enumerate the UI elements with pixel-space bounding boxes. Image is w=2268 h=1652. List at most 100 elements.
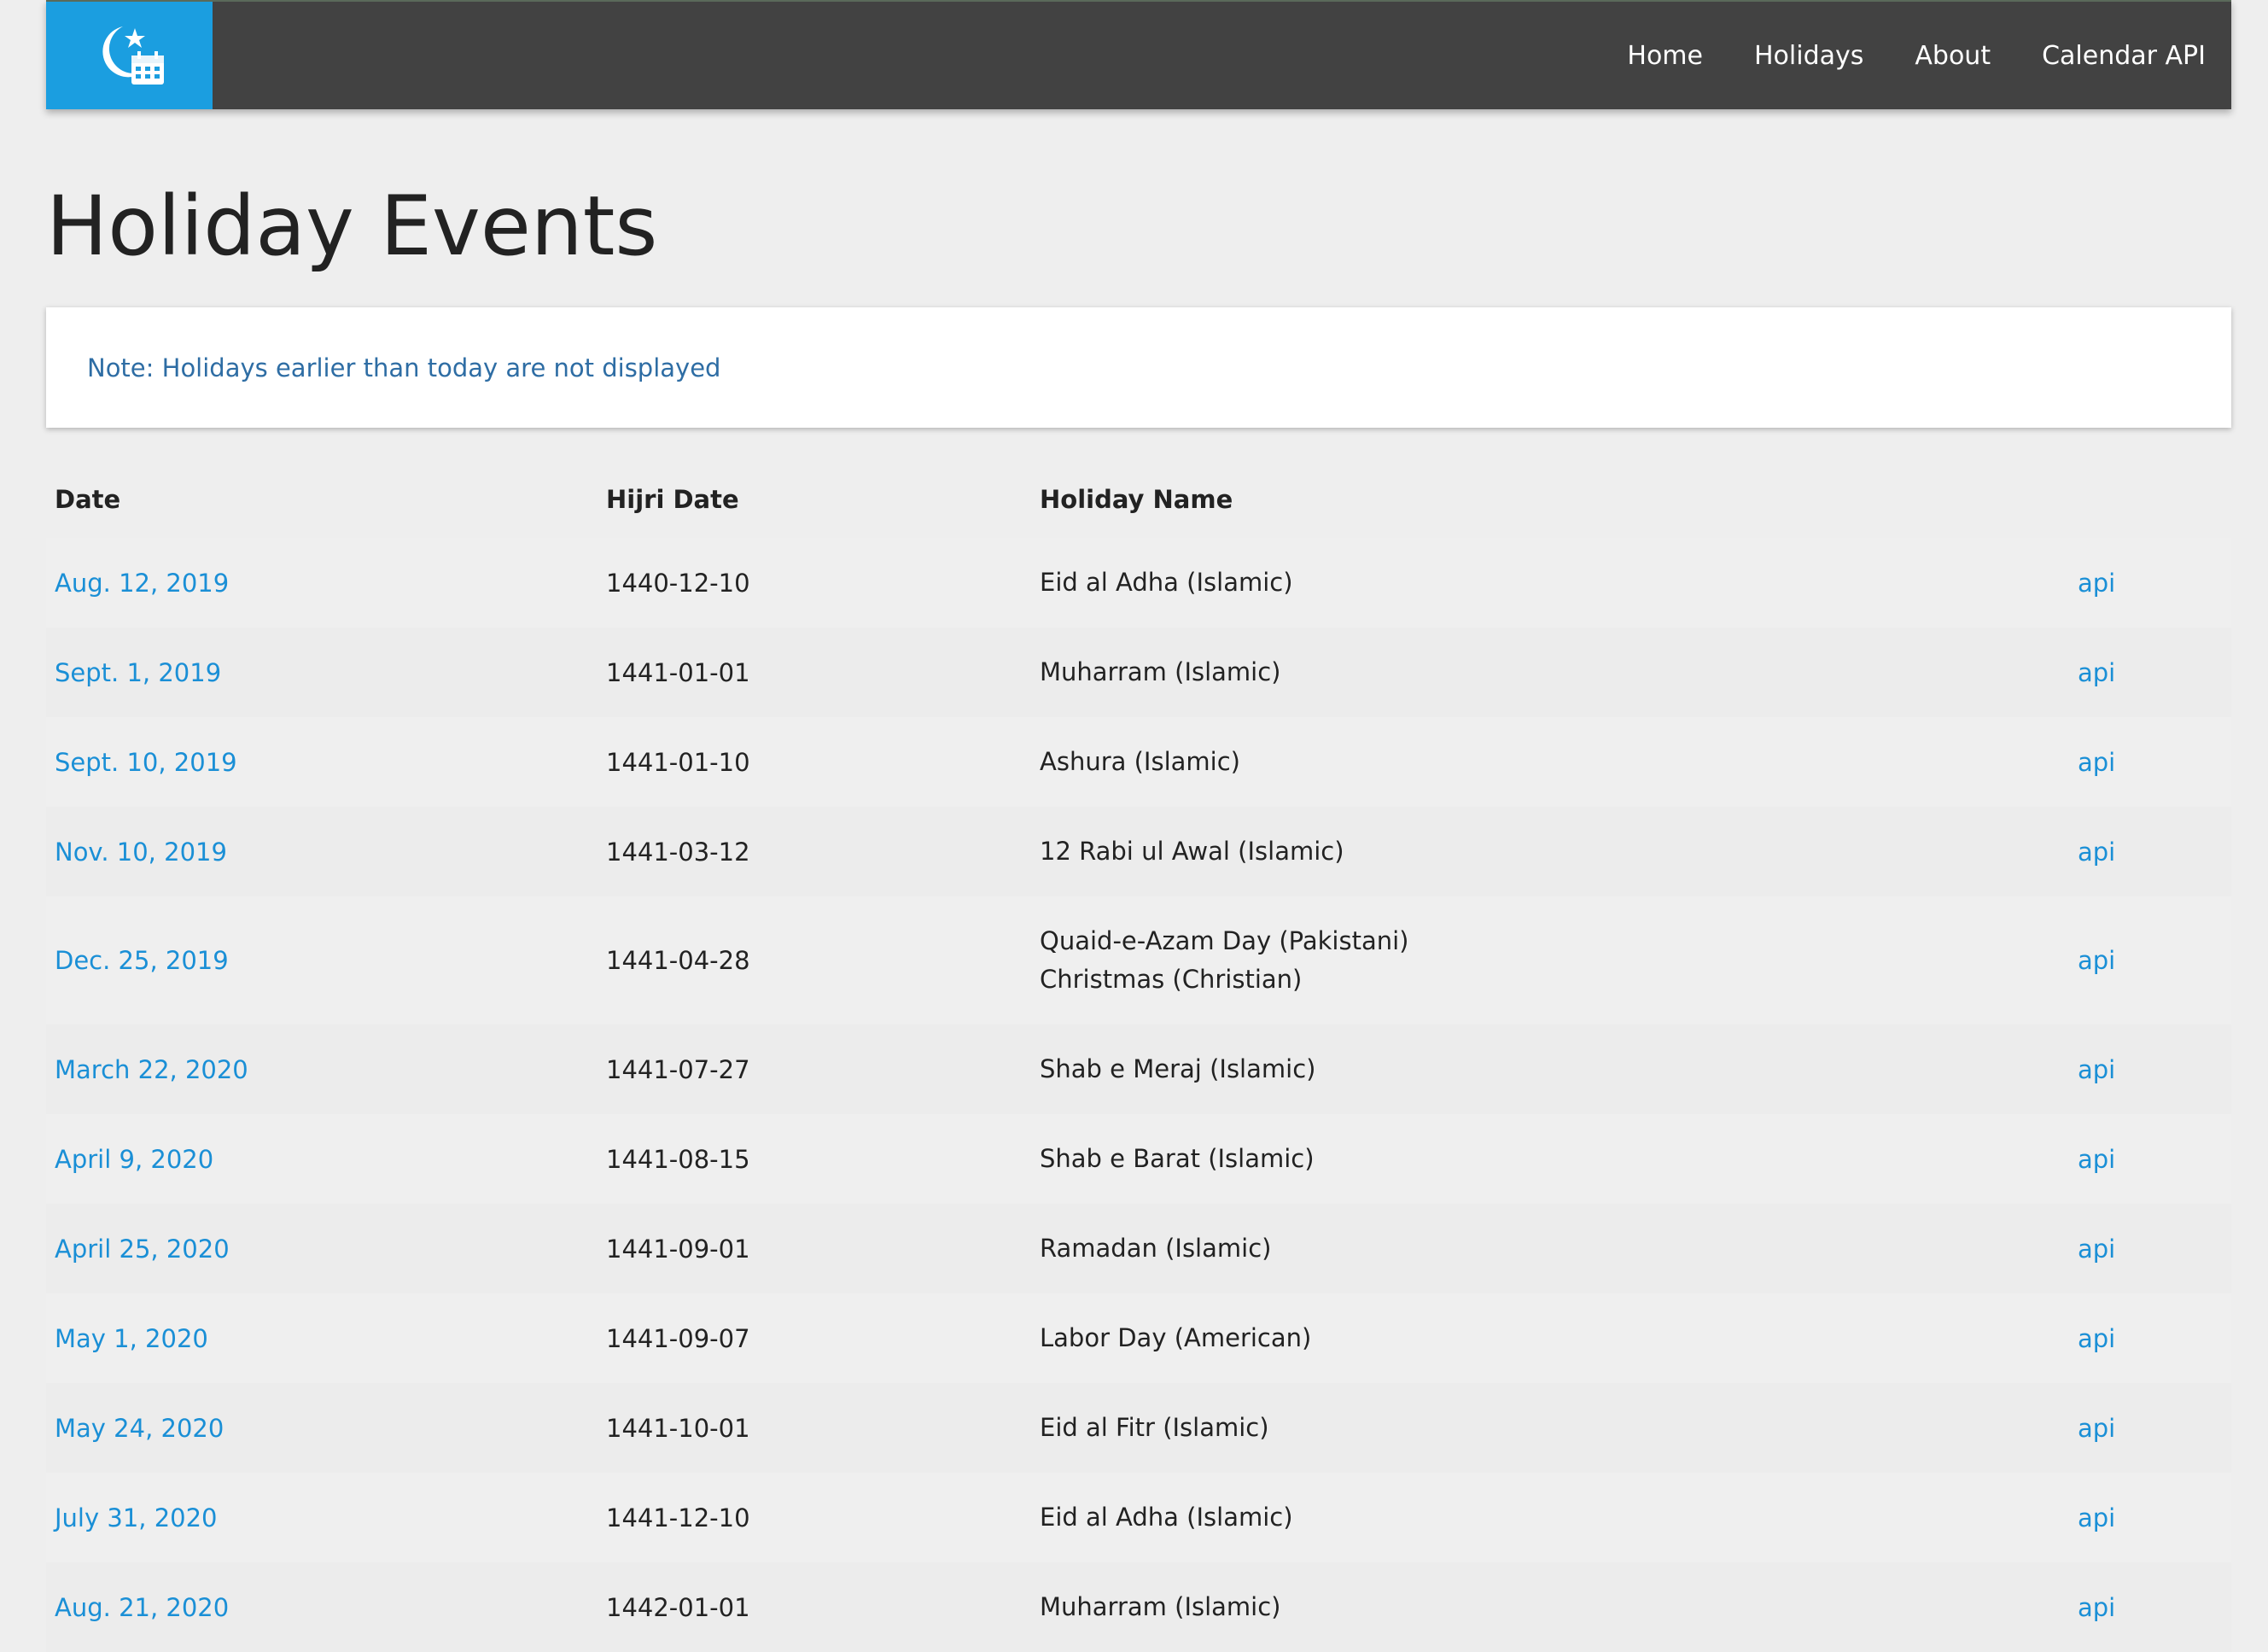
table-cell-api: api (2078, 1593, 2231, 1622)
date-link[interactable]: Sept. 1, 2019 (55, 658, 221, 687)
nav-links: Home Holidays About Calendar API (1576, 2, 2206, 109)
table-cell-api: api (2078, 1145, 2231, 1174)
table-cell-api: api (2078, 1324, 2231, 1353)
holiday-name: Quaid-e-Azam Day (Pakistani) (1040, 926, 1409, 955)
note-text: Note: Holidays earlier than today are no… (87, 353, 721, 382)
holiday-name: Eid al Adha (Islamic) (1040, 1503, 1293, 1532)
table-cell-api: api (2078, 1414, 2231, 1443)
table-cell-hijri-date: 1441-01-01 (606, 657, 750, 687)
table-cell-holiday-name: Eid al Fitr (Islamic) (1040, 1409, 2078, 1447)
table-cell-date: Sept. 1, 2019 (46, 658, 606, 687)
table-row: Nov. 10, 2019 1441-03-12 12 Rabi ul Awal (… (46, 807, 2231, 896)
column-header-date: Date (55, 485, 121, 514)
table-row: May 24, 2020 1441-10-01 Eid al Fitr (Islam… (46, 1383, 2231, 1473)
table-cell-hijri-date: 1441-12-10 (606, 1503, 750, 1532)
table-cell-api: api (2078, 838, 2231, 867)
api-link[interactable]: api (2078, 1503, 2115, 1532)
holiday-name: Ashura (Islamic) (1040, 747, 1240, 776)
table-cell-hijri-date: 1441-04-28 (606, 946, 750, 975)
table-cell-date: May 24, 2020 (46, 1414, 606, 1443)
table-cell-date: Nov. 10, 2019 (46, 838, 606, 867)
table-cell-hijri-date: 1441-01-10 (606, 747, 750, 777)
logo[interactable] (46, 2, 213, 109)
table-cell-holiday-name: Eid al Adha (Islamic) (1040, 1498, 2078, 1537)
date-link[interactable]: April 9, 2020 (55, 1145, 213, 1174)
api-link[interactable]: api (2078, 658, 2115, 687)
table-cell-api: api (2078, 748, 2231, 777)
nav-link-holidays[interactable]: Holidays (1754, 41, 1863, 71)
table-row: May 1, 2020 1441-09-07 Labor Day (American… (46, 1293, 2231, 1383)
api-link[interactable]: api (2078, 1055, 2115, 1084)
date-link[interactable]: March 22, 2020 (55, 1055, 248, 1084)
date-link[interactable]: April 25, 2020 (55, 1235, 230, 1264)
table-cell-date: March 22, 2020 (46, 1055, 606, 1084)
api-link[interactable]: api (2078, 1593, 2115, 1622)
table-cell-api: api (2078, 658, 2231, 687)
api-link[interactable]: api (2078, 1145, 2115, 1174)
table-cell-holiday-name: Eid al Adha (Islamic) (1040, 563, 2078, 602)
table-cell-date: Dec. 25, 2019 (46, 946, 606, 975)
api-link[interactable]: api (2078, 1414, 2115, 1443)
table-cell-holiday-name: Labor Day (American) (1040, 1319, 2078, 1357)
holiday-name: Eid al Adha (Islamic) (1040, 568, 1293, 597)
table-cell-hijri-date: 1441-09-01 (606, 1234, 750, 1264)
holiday-name: Muharram (Islamic) (1040, 1592, 1281, 1621)
table-row: April 25, 2020 1441-09-01 Ramadan (Islamic… (46, 1204, 2231, 1293)
date-link[interactable]: Sept. 10, 2019 (55, 748, 237, 777)
holiday-table: Date Hijri Date Holiday Name Aug. 12, 20… (46, 461, 2231, 1652)
table-row: March 22, 2020 1441-07-27 Shab e Meraj (Is… (46, 1024, 2231, 1114)
api-link[interactable]: api (2078, 748, 2115, 777)
top-navbar: Home Holidays About Calendar API (46, 0, 2231, 109)
table-cell-hijri-date: 1441-08-15 (606, 1144, 750, 1174)
table-cell-hijri-date: 1441-09-07 (606, 1323, 750, 1353)
table-cell-hijri-date: 1441-10-01 (606, 1413, 750, 1443)
table-cell-holiday-name: Muharram (Islamic) (1040, 1588, 2078, 1626)
table-cell-date: Aug. 12, 2019 (46, 569, 606, 598)
table-cell-api: api (2078, 946, 2231, 975)
nav-link-about[interactable]: About (1915, 41, 1991, 71)
table-cell-date: July 31, 2020 (46, 1503, 606, 1532)
date-link[interactable]: May 1, 2020 (55, 1324, 208, 1353)
table-cell-date: May 1, 2020 (46, 1324, 606, 1353)
table-row: Aug. 21, 2020 1442-01-01 Muharram (Islamic… (46, 1562, 2231, 1652)
date-link[interactable]: Aug. 21, 2020 (55, 1593, 229, 1622)
table-row: April 9, 2020 1441-08-15 Shab e Barat (Isl… (46, 1114, 2231, 1204)
nav-link-calendar-api[interactable]: Calendar API (2042, 41, 2206, 71)
table-cell-api: api (2078, 1235, 2231, 1264)
table-cell-holiday-name: Ramadan (Islamic) (1040, 1229, 2078, 1268)
table-cell-holiday-name: Quaid-e-Azam Day (Pakistani) Christmas (C… (1040, 922, 2078, 999)
table-cell-date: April 25, 2020 (46, 1235, 606, 1264)
holiday-name: Shab e Barat (Islamic) (1040, 1144, 1315, 1173)
page-title: Holiday Events (46, 178, 658, 274)
api-link[interactable]: api (2078, 838, 2115, 867)
column-header-hijri-date: Hijri Date (606, 485, 739, 514)
nav-link-home[interactable]: Home (1627, 41, 1703, 71)
holiday-name: Christmas (Christian) (1040, 965, 1303, 994)
date-link[interactable]: Aug. 12, 2019 (55, 569, 229, 598)
table-cell-api: api (2078, 1503, 2231, 1532)
holiday-name: Eid al Fitr (Islamic) (1040, 1413, 1269, 1442)
table-row: Aug. 12, 2019 1440-12-10 Eid al Adha (Isla… (46, 538, 2231, 628)
holiday-name: Muharram (Islamic) (1040, 657, 1281, 686)
api-link[interactable]: api (2078, 569, 2115, 598)
api-link[interactable]: api (2078, 1324, 2115, 1353)
date-link[interactable]: May 24, 2020 (55, 1414, 224, 1443)
table-cell-hijri-date: 1441-03-12 (606, 837, 750, 867)
api-link[interactable]: api (2078, 1235, 2115, 1264)
table-cell-date: April 9, 2020 (46, 1145, 606, 1174)
table-cell-holiday-name: Shab e Meraj (Islamic) (1040, 1050, 2078, 1089)
column-header-holiday-name: Holiday Name (1040, 484, 1233, 514)
api-link[interactable]: api (2078, 946, 2115, 975)
table-cell-holiday-name: Ashura (Islamic) (1040, 743, 2078, 781)
date-link[interactable]: Nov. 10, 2019 (55, 838, 227, 867)
holiday-name: 12 Rabi ul Awal (Islamic) (1040, 837, 1344, 866)
date-link[interactable]: Dec. 25, 2019 (55, 946, 229, 975)
crescent-star-calendar-icon (102, 26, 164, 85)
table-cell-date: Aug. 21, 2020 (46, 1593, 606, 1622)
table-cell-date: Sept. 10, 2019 (46, 748, 606, 777)
table-header: Date Hijri Date Holiday Name (46, 461, 2231, 538)
date-link[interactable]: July 31, 2020 (55, 1503, 218, 1532)
table-cell-holiday-name: 12 Rabi ul Awal (Islamic) (1040, 832, 2078, 871)
table-row: Sept. 1, 2019 1441-01-01 Muharram (Islamic… (46, 628, 2231, 717)
table-cell-api: api (2078, 569, 2231, 598)
